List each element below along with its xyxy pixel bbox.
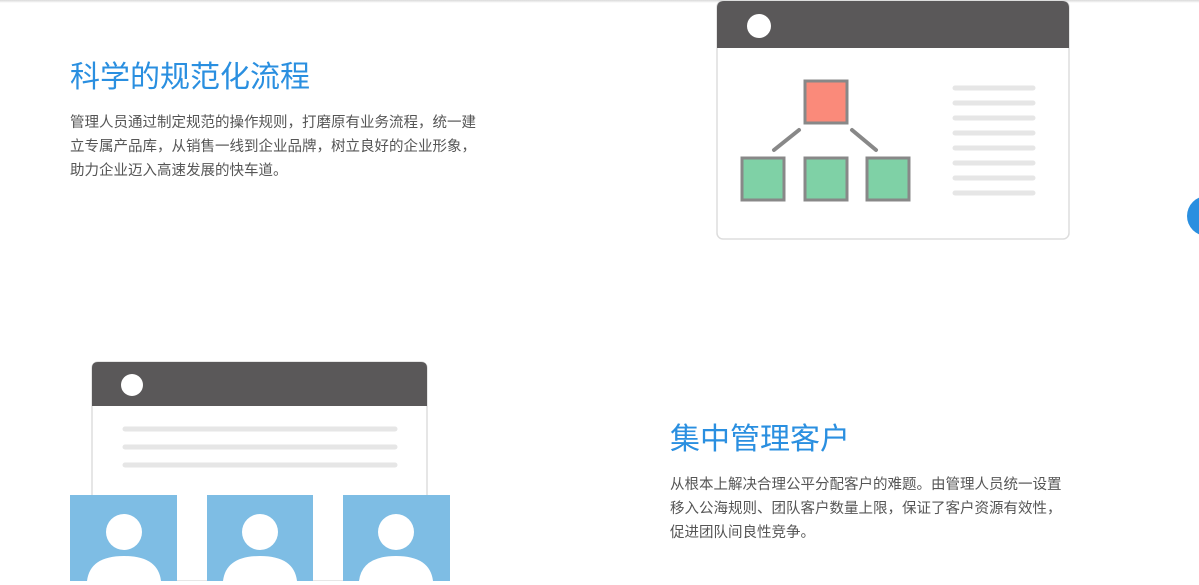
floating-action-button[interactable]: [1187, 196, 1199, 236]
customer-cards-icon: [70, 360, 450, 582]
feature-desc-customers: 从根本上解决合理公平分配客户的难题。由管理人员统一设置移入公海规则、团队客户数量…: [670, 477, 1062, 541]
feature-desc-process: 管理人员通过制定规范的操作规则，打磨原有业务流程，统一建立专属产品库，从销售一线…: [70, 115, 476, 179]
feature-title-process: 科学的规范化流程: [70, 60, 310, 95]
org-chart-window-icon: [716, 0, 1071, 242]
feature-title-customers: 集中管理客户: [670, 422, 850, 457]
